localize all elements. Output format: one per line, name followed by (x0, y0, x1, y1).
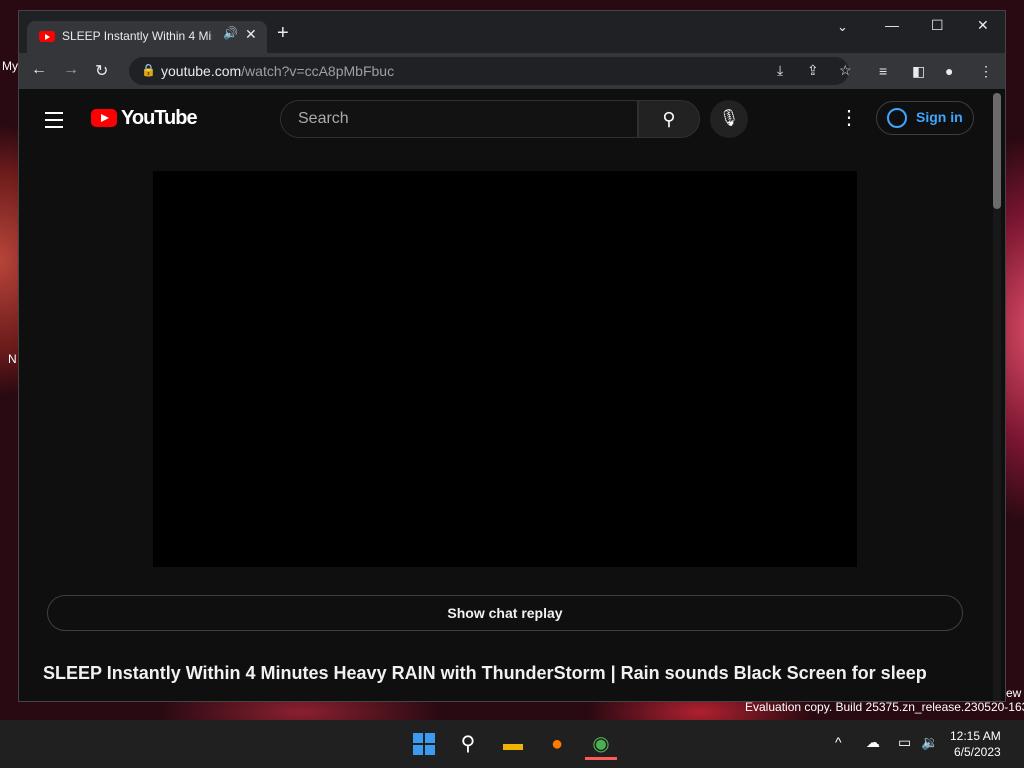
account-icon (887, 108, 907, 128)
file-explorer-icon[interactable]: ▬ (497, 728, 529, 760)
volume-icon[interactable]: 🔉 (921, 734, 938, 751)
chrome-icon[interactable]: ◉ (585, 728, 617, 760)
bookmark-star-icon[interactable]: ☆ (839, 62, 852, 79)
clock[interactable]: 12:15 AM 6/5/2023 (950, 728, 1001, 760)
minimize-button[interactable]: — (885, 17, 899, 33)
lock-icon: 🔒 (141, 63, 156, 77)
close-tab-icon[interactable]: ✕ (245, 26, 257, 43)
maximize-button[interactable]: ☐ (931, 17, 944, 34)
search-box (280, 100, 638, 138)
video-title: SLEEP Instantly Within 4 Minutes Heavy R… (43, 663, 927, 683)
youtube-play-icon (91, 109, 117, 127)
close-window-button[interactable]: ✕ (977, 17, 989, 34)
youtube-favicon-icon (39, 31, 55, 42)
tab-title: SLEEP Instantly Within 4 Minutes Heavy R… (62, 29, 212, 43)
date-text: 6/5/2023 (953, 745, 1001, 759)
scrollbar[interactable] (993, 93, 1001, 701)
sign-in-button[interactable]: Sign in (876, 101, 974, 135)
taskbar: ⚲ ▬ ● ◉ ^ ☁ ▭ 🔉 12:15 AM 6/5/2023 (0, 720, 1024, 768)
microphone-icon: 🎙 (718, 110, 740, 127)
desktop-icon-label: My (2, 59, 18, 73)
cloud-icon[interactable]: ☁ (866, 734, 880, 751)
time-text: 12:15 AM (950, 729, 1001, 743)
speaker-icon[interactable]: 🔊 (223, 26, 238, 40)
menu-dots-icon[interactable]: ⋮ (979, 63, 993, 80)
more-options-icon[interactable]: ⋮ (839, 105, 859, 130)
youtube-page: YouTube ⚲ 🎙 ⋮ Sign in Show chat replay S… (19, 91, 991, 701)
browser-toolbar: ← → ↻ 🔒 youtube.com/watch?v=ccA8pMbFbuc … (19, 53, 1005, 89)
sign-in-label: Sign in (916, 109, 963, 125)
share-icon[interactable]: ⇪ (807, 62, 819, 79)
scrollbar-thumb[interactable] (993, 93, 1001, 209)
video-player[interactable] (153, 171, 857, 567)
back-button[interactable]: ← (31, 61, 47, 79)
reload-button[interactable]: ↻ (95, 61, 108, 81)
logo-text: YouTube (121, 107, 198, 129)
start-button[interactable] (413, 733, 435, 755)
network-icon[interactable]: ▭ (898, 734, 911, 751)
profile-icon[interactable]: ● (945, 63, 953, 79)
hamburger-menu-icon[interactable] (45, 112, 63, 133)
browser-window: SLEEP Instantly Within 4 Minutes Heavy R… (18, 10, 1006, 702)
search-icon[interactable]: ⚲ (452, 728, 484, 760)
chevron-down-icon[interactable]: ⌄ (837, 19, 848, 35)
title-bar: SLEEP Instantly Within 4 Minutes Heavy R… (19, 11, 1005, 53)
install-icon[interactable]: ⤓ (777, 62, 783, 79)
voice-search-button[interactable]: 🎙 (710, 100, 748, 138)
new-tab-button[interactable]: + (277, 23, 289, 43)
show-hidden-icons[interactable]: ^ (835, 734, 842, 750)
media-control-icon[interactable]: ≡ (879, 63, 887, 79)
search-icon: ⚲ (662, 109, 676, 129)
desktop-icon-label: N (8, 352, 17, 366)
url-text[interactable]: youtube.com/watch?v=ccA8pMbFbuc (161, 63, 394, 79)
browser-tab[interactable]: SLEEP Instantly Within 4 Minutes Heavy R… (27, 21, 267, 53)
firefox-icon[interactable]: ● (541, 728, 573, 760)
forward-button[interactable]: → (63, 61, 79, 79)
side-panel-icon[interactable]: ◧ (912, 63, 925, 80)
search-input[interactable] (296, 109, 620, 129)
search-button[interactable]: ⚲ (638, 100, 700, 138)
desktop-icon-label: ew (1006, 686, 1022, 700)
address-bar[interactable]: 🔒 youtube.com/watch?v=ccA8pMbFbuc ⤓ ⇪ ☆ (129, 57, 852, 85)
evaluation-watermark: Evaluation copy. Build 25375.zn_release.… (745, 700, 1024, 714)
show-chat-replay-button[interactable]: Show chat replay (47, 595, 963, 631)
